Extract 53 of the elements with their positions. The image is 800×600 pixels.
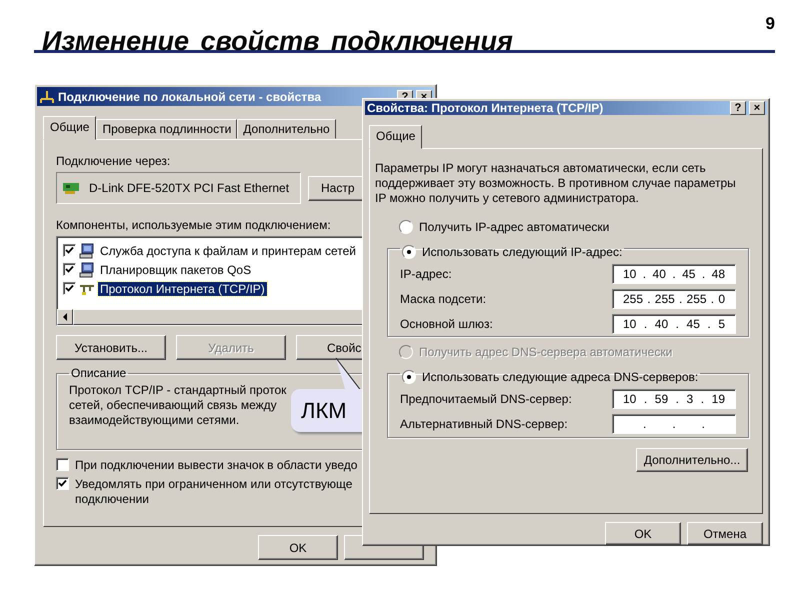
checkmark-icon bbox=[65, 265, 74, 274]
action-button[interactable]: Установить... bbox=[56, 335, 166, 360]
radio-button[interactable] bbox=[399, 220, 413, 234]
checkbox-label: Уведомлять при ограниченном или отсутствующе подключении bbox=[75, 477, 352, 507]
field-label: Альтернативный DNS-сервер: bbox=[400, 416, 568, 430]
field-label: Основной шлюз: bbox=[400, 316, 493, 330]
slide-title: Изменение свойств подключения bbox=[42, 26, 513, 57]
radio-button[interactable] bbox=[402, 245, 416, 259]
field-label: Предпочитаемый DNS-сервер: bbox=[400, 392, 572, 406]
computer-icon bbox=[79, 262, 95, 278]
page-number: 9 bbox=[766, 14, 775, 34]
checkbox[interactable] bbox=[56, 477, 69, 490]
tab[interactable]: Дополнительно bbox=[237, 119, 336, 139]
tab[interactable]: Общие bbox=[43, 116, 96, 140]
ip-address-field[interactable]: 255 . 255 . 255 . 0 bbox=[612, 288, 736, 308]
ip-address-field[interactable]: 10 . 40 . 45 . 48 bbox=[612, 264, 736, 284]
checkmark-icon bbox=[65, 284, 74, 293]
checkmark-icon bbox=[58, 479, 67, 488]
help-button[interactable]: ? bbox=[730, 101, 746, 115]
window-title: Свойства: Протокол Интернета (TCP/IP) bbox=[367, 101, 604, 115]
tab[interactable]: Общие bbox=[369, 125, 422, 149]
ok-button[interactable]: OK bbox=[258, 535, 338, 560]
advanced-button[interactable]: Дополнительно... bbox=[636, 448, 748, 472]
ip-address-field[interactable]: . . . bbox=[612, 414, 736, 434]
computer-icon bbox=[79, 242, 95, 258]
checkbox[interactable] bbox=[56, 458, 69, 471]
field-label: Маска подсети: bbox=[400, 292, 486, 306]
cancel-button[interactable]: Отмена bbox=[687, 522, 763, 545]
radio-label: Получить адрес DNS-сервера автоматически bbox=[419, 345, 672, 359]
list-item[interactable]: Планировщик пакетов QoS bbox=[98, 262, 254, 276]
description-text: Протокол TCP/IP - стандартный проток сетей, обеспечивающий связь между взаимодействующими сетями. bbox=[69, 383, 286, 428]
list-item[interactable]: Протокол Интернета (TCP/IP) bbox=[98, 282, 267, 296]
radio-button[interactable] bbox=[402, 370, 416, 384]
radio-label: Получить IP-адрес автоматически bbox=[419, 220, 610, 234]
components-label: Компоненты, используемые этим подключением: bbox=[56, 218, 331, 232]
group-title: Описание bbox=[70, 366, 128, 380]
field-label: IP-адрес: bbox=[400, 266, 452, 280]
ok-button[interactable]: OK bbox=[605, 522, 681, 545]
radio-label: Использовать следующий IP-адрес: bbox=[422, 245, 622, 259]
ip-address-field[interactable]: 10 . 59 . 3 . 19 bbox=[612, 388, 736, 408]
close-button[interactable]: × bbox=[749, 101, 765, 115]
scroll-left-arrow-icon[interactable] bbox=[62, 313, 68, 321]
ip-address-field[interactable]: 10 . 40 . 45 . 5 bbox=[612, 314, 736, 334]
network-card-icon bbox=[63, 182, 79, 194]
checkmark-icon bbox=[65, 246, 74, 255]
network-plug-icon bbox=[39, 90, 55, 104]
connect-via-label: Подключение через: bbox=[56, 154, 170, 168]
list-item[interactable]: Служба доступа к файлам и принтерам сетей bbox=[98, 244, 358, 258]
checkbox-label: При подключении вывести значок в области уведо bbox=[75, 458, 358, 473]
tab[interactable]: Проверка подлинности bbox=[96, 119, 238, 139]
adapter-name: D-Link DFE-520TX PCI Fast Ethernet bbox=[89, 181, 290, 195]
window-title: Подключение по локальной сети - свойства bbox=[58, 90, 322, 104]
radio-label: Использовать следующие адреса DNS-серверов: bbox=[422, 370, 698, 384]
